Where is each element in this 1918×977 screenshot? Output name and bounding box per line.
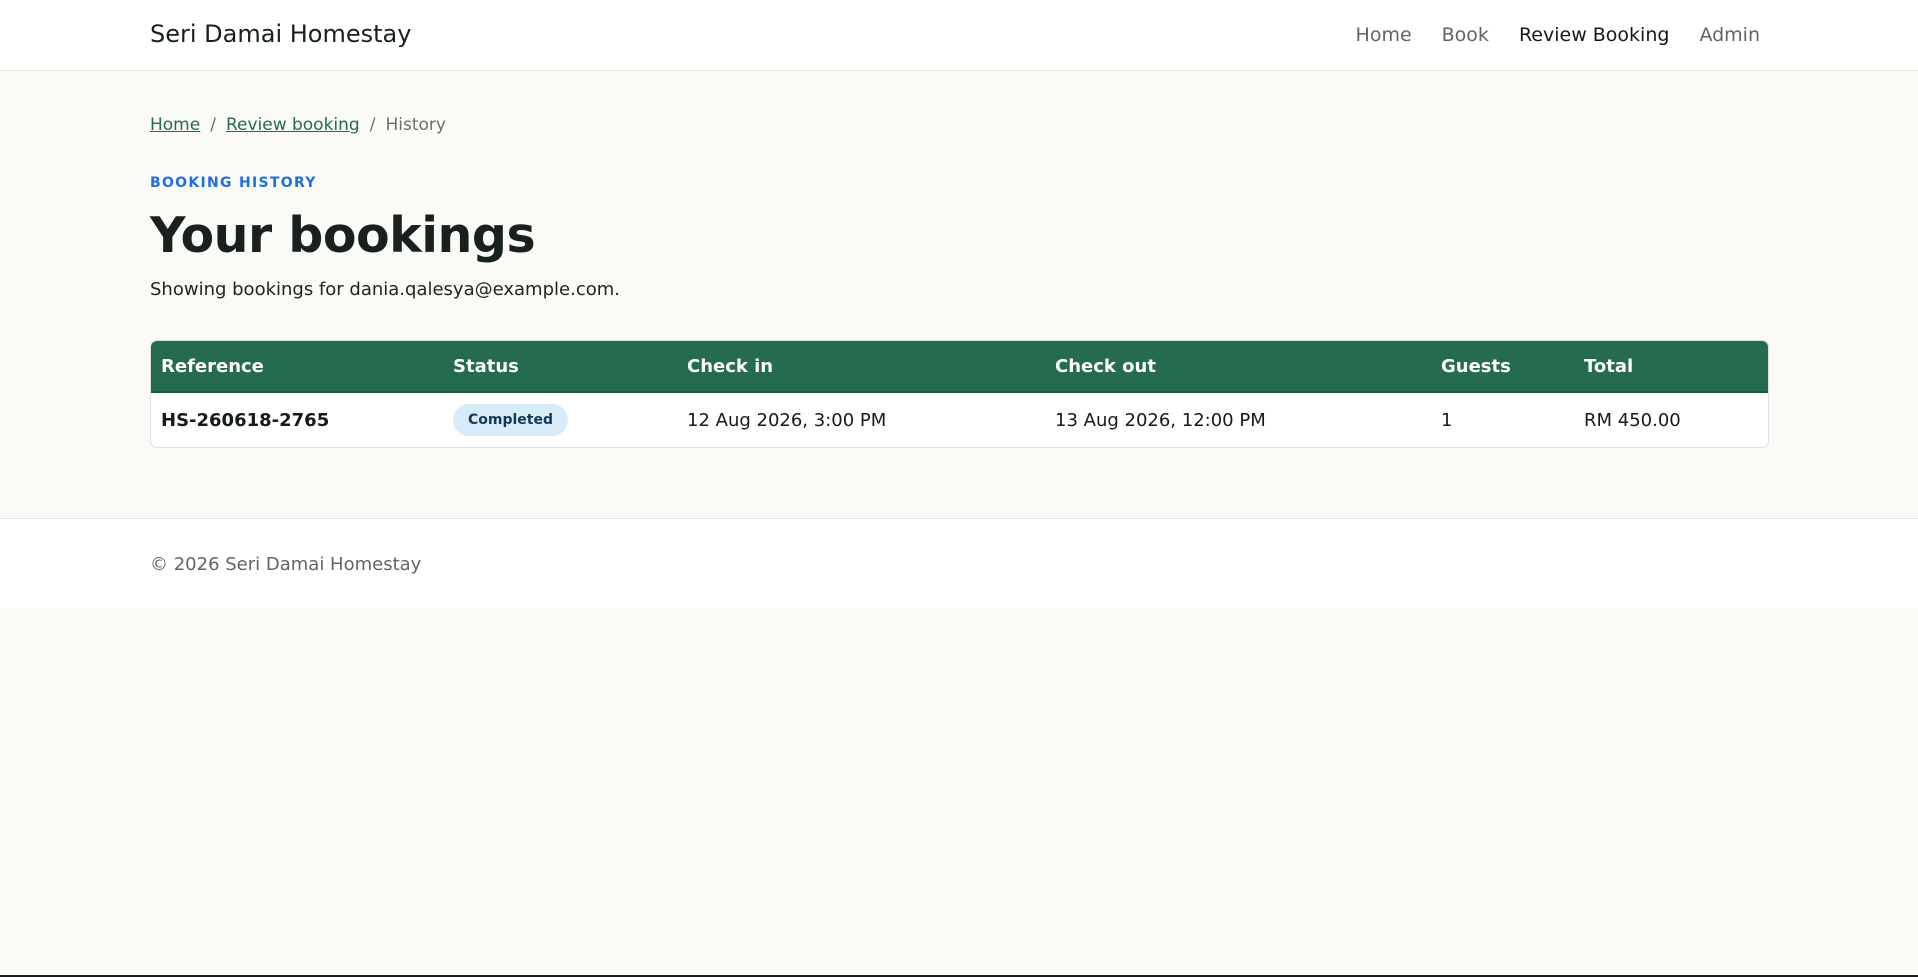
nav-link-book[interactable]: Book bbox=[1442, 24, 1489, 46]
column-header-total: Total bbox=[1574, 341, 1768, 393]
nav-link-review-booking[interactable]: Review Booking bbox=[1519, 24, 1670, 46]
column-header-check-in: Check in bbox=[677, 341, 1045, 393]
footer: © 2026 Seri Damai Homestay bbox=[0, 518, 1918, 608]
table-header-row: Reference Status Check in Check out Gues… bbox=[151, 341, 1768, 393]
brand-link[interactable]: Seri Damai Homestay bbox=[150, 20, 411, 48]
nav-link-home[interactable]: Home bbox=[1356, 24, 1412, 46]
guests-cell: 1 bbox=[1441, 409, 1453, 431]
breadcrumb-current: History bbox=[385, 115, 446, 135]
column-header-status: Status bbox=[443, 341, 677, 393]
status-badge: Completed bbox=[453, 404, 569, 436]
column-header-check-out: Check out bbox=[1045, 341, 1431, 393]
check-in-cell: 12 Aug 2026, 3:00 PM bbox=[687, 409, 887, 431]
booking-reference: HS-260618-2765 bbox=[161, 409, 330, 431]
breadcrumb-home[interactable]: Home bbox=[150, 115, 200, 135]
main-content: Home / Review booking / History BOOKING … bbox=[0, 71, 1918, 519]
bookings-table-container: Reference Status Check in Check out Gues… bbox=[150, 340, 1769, 448]
column-header-reference: Reference bbox=[151, 341, 443, 393]
check-out-cell: 13 Aug 2026, 12:00 PM bbox=[1055, 409, 1266, 431]
navbar: Seri Damai Homestay Home Book Review Boo… bbox=[0, 0, 1918, 71]
page-subtitle: Showing bookings for dania.qalesya@examp… bbox=[150, 279, 620, 300]
breadcrumb: Home / Review booking / History bbox=[150, 115, 446, 135]
column-header-guests: Guests bbox=[1431, 341, 1574, 393]
nav-link-admin[interactable]: Admin bbox=[1699, 24, 1760, 46]
total-cell: RM 450.00 bbox=[1584, 409, 1681, 431]
breadcrumb-separator: / bbox=[369, 115, 376, 135]
breadcrumb-separator: / bbox=[210, 115, 216, 135]
table-row: HS-260618-2765 Completed 12 Aug 2026, 3:… bbox=[151, 392, 1768, 447]
eyebrow-label: BOOKING HISTORY bbox=[150, 175, 317, 191]
status-cell: Completed bbox=[443, 392, 677, 447]
page-title: Your bookings bbox=[150, 207, 536, 264]
breadcrumb-review-booking[interactable]: Review booking bbox=[226, 115, 360, 135]
footer-copyright: © 2026 Seri Damai Homestay bbox=[150, 554, 422, 575]
bookings-table: Reference Status Check in Check out Gues… bbox=[151, 341, 1768, 447]
nav-links: Home Book Review Booking Admin bbox=[1356, 24, 1760, 46]
